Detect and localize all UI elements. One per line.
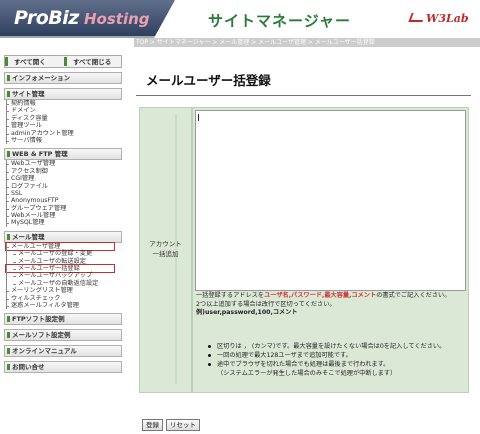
- mail-items: メールユーザ管理 メールユーザの登録・変更 メールユーザの転送設定 メールユーザ…: [5, 241, 126, 310]
- sidebar-item-log[interactable]: ログファイル: [6, 182, 126, 191]
- sidebar-item-web-user[interactable]: Webユーザ管理: [6, 160, 126, 169]
- sidebar-item-mysql[interactable]: MySQL管理: [6, 219, 126, 228]
- close-all-button[interactable]: すべて閉じる: [64, 57, 121, 66]
- top-banner: ProBiz Hosting サイトマネージャー W3Lab: [0, 0, 480, 38]
- logo-sub-text: Hosting: [84, 10, 150, 28]
- title-divider: [136, 95, 471, 96]
- sidebar-item-server-info[interactable]: サーバ情報: [6, 136, 126, 145]
- sidebar-section-contact[interactable]: お問い合せ: [4, 361, 122, 374]
- sidebar-item-groupware[interactable]: グループウェア管理: [6, 204, 126, 213]
- sidebar-item-anon-ftp[interactable]: AnonymousFTP: [6, 197, 126, 206]
- note-item: 区切りは ， (カンマ)です。最大容量を設けたくない場合は0を記入してください。: [208, 342, 470, 351]
- notes-list: 区切りは ， (カンマ)です。最大容量を設けたくない場合は0を記入してください。…: [208, 342, 470, 378]
- desc-1a: 一括登録するアドレスを: [196, 292, 265, 299]
- format-description: 一括登録するアドレスをユーザ名,パスワード,最大容量,コメントの書式でご記入くだ…: [196, 292, 471, 318]
- account-label-line2: 一括追加: [152, 250, 179, 258]
- site-items: 契約情報 ドメイン ディスク容量 管理ツール adminアカウント管理 サーバ情…: [6, 100, 126, 145]
- sidebar-section-ftp-soft[interactable]: FTPソフト設定例: [4, 313, 122, 326]
- desc-line-2: 2つ以上追加する場合は改行で区切ってください。: [196, 300, 336, 308]
- sidebar-item-spam[interactable]: 迷惑メールフィルタ管理: [6, 301, 126, 310]
- w3lab-mark-icon: [408, 13, 426, 22]
- breadcrumb: TOP > サイトマネージャー > メール管理 > メールユーザ管理 > メール…: [134, 38, 480, 47]
- sidebar-section-web-ftp[interactable]: WEB & FTP 管理: [4, 148, 122, 161]
- sidebar-section-mail[interactable]: メール管理: [4, 230, 122, 243]
- sidebar-item-mail-bulk[interactable]: メールユーザ一括登録: [5, 263, 115, 274]
- open-all-button[interactable]: すべて開く: [5, 57, 62, 66]
- logo-main-text: ProBiz: [14, 7, 79, 29]
- page-title: メールユーザー括登録: [146, 73, 271, 88]
- sidebar-section-site[interactable]: サイト管理: [4, 88, 122, 100]
- submit-button[interactable]: 登録: [142, 419, 163, 431]
- sidebar: すべて開く すべて閉じる インフォメーション サイト管理 契約情報 ドメイン デ…: [0, 55, 126, 374]
- text-caret: [198, 114, 199, 121]
- w3lab-logo: W3Lab: [408, 12, 469, 25]
- desc-1c: の書式でご記入ください。: [376, 292, 451, 299]
- desc-format-fields: ユーザ名,パスワード,最大容量,コメント: [264, 292, 377, 299]
- sidebar-section-info[interactable]: インフォメーション: [4, 72, 122, 84]
- sidebar-item-admin-account[interactable]: adminアカウント管理: [6, 129, 126, 138]
- sidebar-item-contract[interactable]: 契約情報: [6, 100, 126, 108]
- note-item: 一回の処理で最大128ユーザまで追加可能です。: [208, 351, 470, 360]
- site-title: サイトマネージャー: [208, 12, 351, 30]
- bulk-account-textarea[interactable]: [195, 110, 466, 291]
- w3lab-text: W3Lab: [426, 12, 469, 25]
- sidebar-item-virus[interactable]: ウィルスチェック: [6, 294, 126, 303]
- note-item-continued: （システムエラーが発生した場合のみそこで処理が中断します）: [217, 370, 397, 377]
- desc-line-1: 一括登録するアドレスをユーザ名,パスワード,最大容量,コメントの書式でご記入くだ…: [196, 292, 471, 301]
- form-label-cell: アカウント 一括追加: [139, 107, 192, 393]
- account-label-line1: アカウント: [149, 240, 182, 248]
- note-item: 途中でブラウザを切れた場合でも処理は最後まで行われます。: [208, 360, 470, 369]
- sidebar-item-ssl[interactable]: SSL: [6, 189, 126, 198]
- reset-button[interactable]: リセット: [166, 419, 200, 431]
- web-ftp-items: Webユーザ管理 アクセス制御 CGI管理 ログファイル SSL Anonymo…: [6, 160, 126, 228]
- probiz-logo[interactable]: ProBiz Hosting: [0, 0, 175, 38]
- sidebar-item-tools[interactable]: 管理ツール: [6, 122, 126, 130]
- sidebar-section-manual[interactable]: オンラインマニュアル: [4, 345, 122, 358]
- desc-example: 例)user,password,100,コメント: [196, 309, 298, 317]
- sidebar-item-domain[interactable]: ドメイン: [6, 107, 126, 116]
- sidebar-item-mail-register[interactable]: メールユーザの登録・変更: [6, 250, 126, 259]
- sidebar-item-cgi[interactable]: CGI管理: [6, 175, 126, 183]
- sidebar-item-mailing-list[interactable]: メーリングリスト管理: [6, 287, 126, 296]
- sidebar-section-mail-soft[interactable]: メールソフト設定例: [4, 329, 122, 342]
- account-bulk-label: アカウント 一括追加: [140, 239, 191, 259]
- sidebar-toggle-row: すべて開く すべて閉じる: [4, 55, 122, 68]
- form-buttons: 登録 リセット: [142, 419, 200, 431]
- sidebar-item-mail-forward[interactable]: メールユーザの転送設定: [6, 257, 126, 266]
- sidebar-item-mail-backup[interactable]: メールユーザバックアップ: [6, 272, 126, 281]
